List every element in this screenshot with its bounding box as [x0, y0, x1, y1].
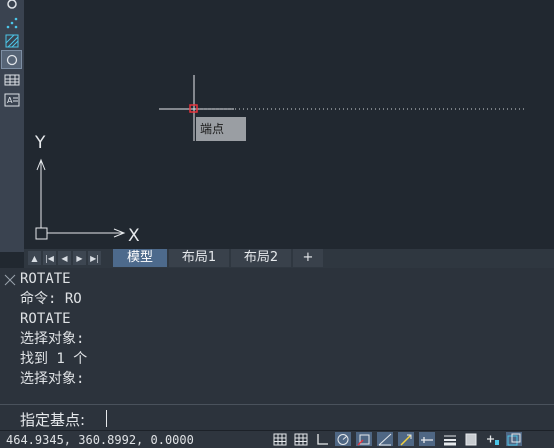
ucs-y-label: Y [34, 133, 46, 153]
selection-cycling-icon[interactable] [485, 432, 501, 446]
curve-tool-icon[interactable] [2, 0, 21, 12]
object-snap-icon[interactable] [356, 432, 372, 446]
region-tool-icon[interactable] [1, 50, 22, 69]
svg-text:A: A [7, 96, 13, 105]
tab-nav-prev-icon[interactable]: ◀ [58, 251, 71, 265]
lineweight-icon[interactable] [442, 432, 458, 446]
coordinate-readout: 464.9345, 360.8992, 0.0000 [6, 433, 194, 447]
layout-tab-bar: ▲ |◀ ◀ ▶ ▶| 模型 布局1 布局2 + [24, 249, 554, 268]
tab-nav-up-icon[interactable]: ▲ [28, 251, 41, 265]
transparency-icon[interactable] [463, 432, 479, 446]
polar-tracking-icon[interactable] [335, 432, 351, 446]
command-history-line: 命令: RO [20, 291, 82, 307]
tab-nav-first-icon[interactable]: |◀ [43, 251, 56, 265]
osnap-tooltip: 端点 [196, 117, 246, 141]
dynamic-input-icon[interactable] [419, 432, 435, 446]
command-history-line: 选择对象: [20, 331, 85, 347]
text-caret [106, 410, 107, 427]
object-snap-tracking-icon[interactable] [377, 432, 393, 446]
dynamic-ucs-icon[interactable] [398, 432, 414, 446]
grid-display-icon[interactable] [272, 432, 288, 446]
ucs-icon [35, 158, 126, 240]
tab-nav-last-icon[interactable]: ▶| [88, 251, 101, 265]
tab-nav-next-icon[interactable]: ▶ [73, 251, 86, 265]
table-tool-icon[interactable] [2, 71, 21, 88]
command-history-line: 找到 1 个 [20, 351, 88, 367]
snap-mode-icon[interactable] [293, 432, 309, 446]
command-history-line: ROTATE [20, 311, 71, 327]
tab-model[interactable]: 模型 [113, 249, 167, 267]
add-layout-button[interactable]: + [293, 249, 323, 267]
command-input-field[interactable]: 指定基点: [0, 404, 554, 431]
mtext-tool-icon[interactable]: A [2, 91, 21, 108]
command-prompt: 指定基点: [20, 411, 86, 429]
ucs-x-label: X [128, 226, 140, 246]
left-draw-toolbar: A [0, 0, 24, 252]
tab-layout1[interactable]: 布局1 [169, 249, 229, 267]
hatch-tool-icon[interactable] [2, 32, 21, 49]
point-tool-icon[interactable] [2, 14, 21, 31]
drawing-canvas[interactable]: Y X [24, 0, 554, 252]
tab-layout2[interactable]: 布局2 [231, 249, 291, 267]
command-history-panel: ROTATE 命令: RO ROTATE 选择对象: 找到 1 个 选择对象: [0, 268, 554, 406]
ortho-mode-icon[interactable] [314, 432, 330, 446]
command-history-line: 选择对象: [20, 371, 85, 387]
close-command-panel-icon[interactable] [4, 271, 16, 286]
annotation-monitor-icon[interactable] [506, 432, 522, 446]
command-history-line: ROTATE [20, 271, 71, 287]
